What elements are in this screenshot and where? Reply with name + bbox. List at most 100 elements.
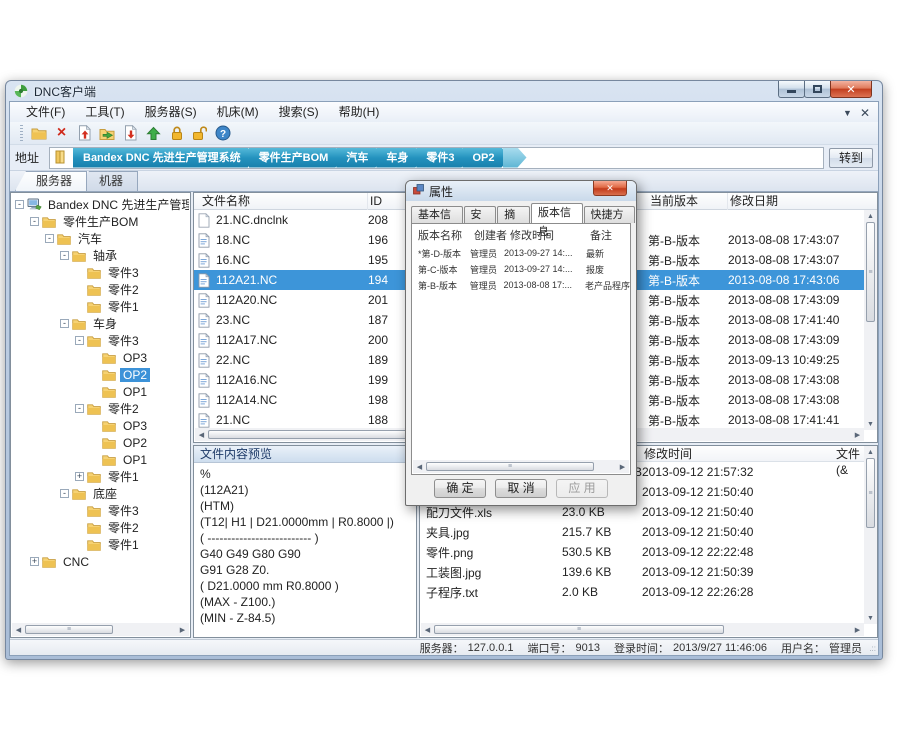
unlock-icon[interactable]	[191, 125, 208, 142]
scroll-thumb[interactable]: ≡	[866, 458, 875, 528]
breadcrumb-segment[interactable]: 零件3	[416, 148, 470, 168]
dialog-horizontal-scrollbar[interactable]: ◀ ≡ ▶	[413, 460, 629, 473]
menu-item-1[interactable]: 工具(T)	[75, 102, 134, 122]
help-icon[interactable]: ?	[214, 125, 231, 142]
attachments-horizontal-scrollbar[interactable]: ◀ ≡ ▶	[421, 623, 864, 636]
tree-item[interactable]: +CNC	[11, 553, 189, 570]
scroll-thumb[interactable]: ≡	[426, 462, 594, 471]
menu-item-2[interactable]: 服务器(S)	[135, 102, 207, 122]
file-list-vertical-scrollbar[interactable]: ▲ ≡ ▼	[864, 210, 877, 430]
tree-item[interactable]: OP3	[11, 349, 189, 366]
new-folder-icon[interactable]	[30, 125, 47, 142]
tree-item[interactable]: 零件1	[11, 536, 189, 553]
dialog-tab-基本信息[interactable]: 基本信息	[411, 206, 463, 223]
breadcrumb-segment[interactable]: 零件生产BOM	[249, 148, 345, 168]
dialog-titlebar[interactable]: 属性 ✕	[406, 181, 636, 201]
resize-grip[interactable]: .::	[869, 644, 876, 653]
collapse-icon[interactable]: -	[75, 404, 84, 413]
dialog-tab-版本信息[interactable]: 版本信息	[531, 203, 583, 223]
tree-item[interactable]: OP1	[11, 383, 189, 400]
ok-button[interactable]: 确 定	[434, 479, 486, 498]
attachment-row[interactable]: 夹具.jpg215.7 KB2013-09-12 21:50:40	[420, 522, 864, 542]
minimize-button[interactable]	[778, 81, 805, 98]
tree-item[interactable]: -轴承	[11, 247, 189, 264]
scroll-down-icon[interactable]: ▼	[864, 612, 877, 624]
attachment-row[interactable]: 工装图.jpg139.6 KB2013-09-12 21:50:39	[420, 562, 864, 582]
version-row[interactable]: *第-D-版本管理员2013-09-27 14:...最新	[412, 245, 630, 261]
dock-tab-服务器[interactable]: 服务器	[15, 171, 87, 191]
scroll-left-icon[interactable]: ◀	[195, 428, 208, 441]
dialog-tab-快捷方式[interactable]: 快捷方式	[584, 206, 636, 223]
collapse-icon[interactable]: -	[60, 319, 69, 328]
menu-item-3[interactable]: 机床(M)	[207, 102, 269, 122]
collapse-icon[interactable]: -	[15, 200, 24, 209]
dock-tab-机器[interactable]: 机器	[78, 171, 138, 191]
tree-item[interactable]: 零件3	[11, 502, 189, 519]
scroll-up-icon[interactable]: ▲	[864, 210, 877, 222]
collapse-icon[interactable]: -	[30, 217, 39, 226]
lock-icon[interactable]	[168, 125, 185, 142]
titlebar[interactable]: DNC客户端 ✕	[6, 81, 882, 101]
tree-item[interactable]: -车身	[11, 315, 189, 332]
column-header-creator[interactable]: 创建者	[474, 227, 507, 243]
tree-item[interactable]: 零件3	[11, 264, 189, 281]
scroll-thumb[interactable]: ≡	[434, 625, 724, 634]
collapse-icon[interactable]: -	[60, 251, 69, 260]
scroll-right-icon[interactable]: ▶	[616, 460, 629, 473]
dock-menu-icon[interactable]: ▼	[843, 108, 852, 118]
upload-icon[interactable]	[145, 125, 162, 142]
scroll-up-icon[interactable]: ▲	[864, 446, 877, 458]
cancel-button[interactable]: 取 消	[495, 479, 547, 498]
column-header-date[interactable]: 修改日期	[728, 193, 871, 210]
column-header-version[interactable]: 当前版本	[648, 193, 728, 210]
collapse-icon[interactable]: -	[60, 489, 69, 498]
menu-item-4[interactable]: 搜索(S)	[269, 102, 329, 122]
column-header-modified[interactable]: 修改时间	[642, 446, 834, 462]
dock-close-icon[interactable]: ✕	[860, 106, 870, 120]
address-field[interactable]: Bandex DNC 先进生产管理系统零件生产BOM汽车车身零件3OP2	[49, 147, 824, 169]
menu-item-0[interactable]: 文件(F)	[16, 102, 75, 122]
attachments-vertical-scrollbar[interactable]: ▲ ≡ ▼	[864, 446, 877, 624]
tree-item[interactable]: -汽车	[11, 230, 189, 247]
dialog-tab-摘要[interactable]: 摘要	[497, 206, 530, 223]
tree-item[interactable]: 零件2	[11, 519, 189, 536]
tree-item[interactable]: +零件1	[11, 468, 189, 485]
attachment-row[interactable]: 子程序.txt2.0 KB2013-09-12 22:26:28	[420, 582, 864, 602]
scroll-right-icon[interactable]: ▶	[851, 428, 864, 441]
tree-item[interactable]: OP1	[11, 451, 189, 468]
tree-item[interactable]: 零件2	[11, 281, 189, 298]
scroll-down-icon[interactable]: ▼	[864, 418, 877, 430]
send-folder-icon[interactable]	[99, 125, 116, 142]
version-row[interactable]: 第-B-版本管理员2013-08-08 17:...老产品程序	[412, 277, 630, 293]
checkin-file-icon[interactable]	[76, 125, 93, 142]
scroll-thumb[interactable]: ≡	[866, 222, 875, 322]
column-header-note[interactable]: 备注	[590, 227, 612, 243]
column-header-file[interactable]: 文件(&	[834, 446, 864, 462]
scroll-thumb[interactable]: ≡	[25, 625, 113, 634]
scroll-left-icon[interactable]: ◀	[421, 623, 434, 636]
menu-item-5[interactable]: 帮助(H)	[329, 102, 390, 122]
tree-item[interactable]: OP3	[11, 417, 189, 434]
collapse-icon[interactable]: -	[75, 336, 84, 345]
scroll-left-icon[interactable]: ◀	[413, 460, 426, 473]
collapse-icon[interactable]: -	[45, 234, 54, 243]
column-header-name[interactable]: 文件名称	[194, 193, 368, 210]
close-button[interactable]: ✕	[830, 81, 872, 98]
checkout-file-icon[interactable]	[122, 125, 139, 142]
tree-item[interactable]: -零件生产BOM	[11, 213, 189, 230]
tree-item[interactable]: 零件1	[11, 298, 189, 315]
maximize-button[interactable]	[804, 81, 831, 98]
expand-icon[interactable]: +	[75, 472, 84, 481]
tree-horizontal-scrollbar[interactable]: ◀ ≡ ▶	[12, 623, 189, 636]
tree-item[interactable]: OP2	[11, 434, 189, 451]
go-button[interactable]: 转到	[829, 148, 873, 168]
scroll-right-icon[interactable]: ▶	[176, 623, 189, 636]
column-header-version-name[interactable]: 版本名称	[418, 227, 462, 243]
dialog-close-button[interactable]: ✕	[593, 181, 627, 196]
tree-item[interactable]: -零件3	[11, 332, 189, 349]
tree-item[interactable]: -底座	[11, 485, 189, 502]
tree-item[interactable]: -零件2	[11, 400, 189, 417]
tree-item[interactable]: -Bandex DNC 先进生产管理系统	[11, 196, 189, 213]
breadcrumb-segment[interactable]: Bandex DNC 先进生产管理系统	[73, 148, 257, 168]
delete-icon[interactable]: ×	[53, 125, 70, 142]
